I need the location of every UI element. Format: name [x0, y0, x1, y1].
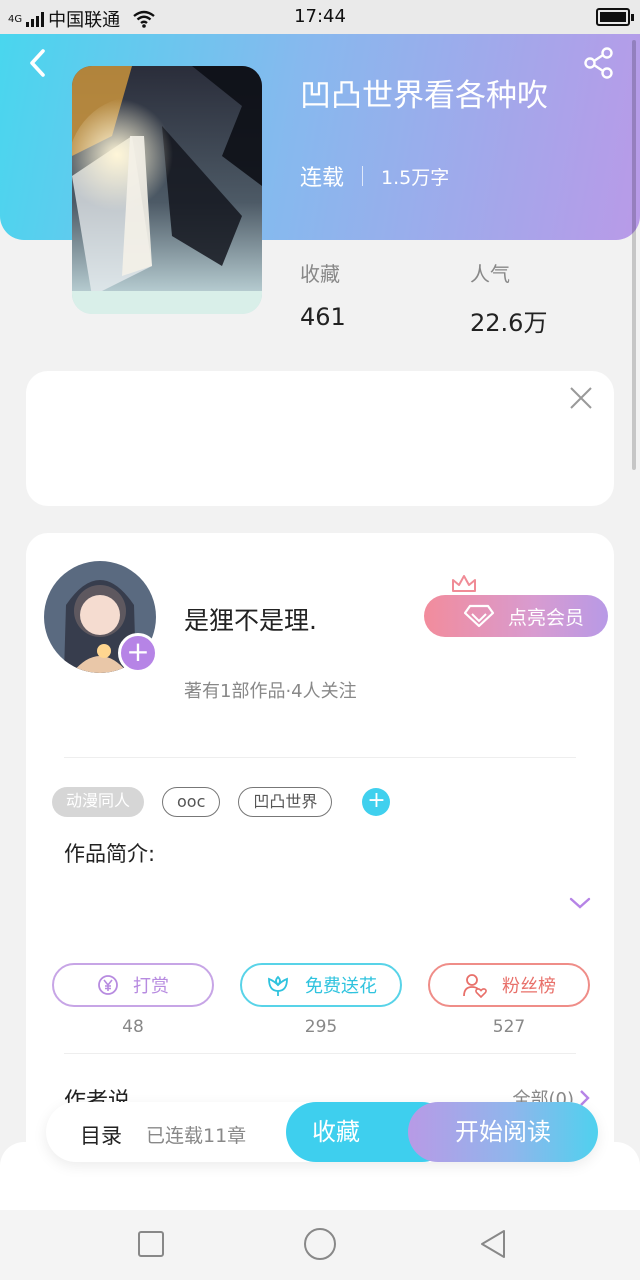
fan-ranking-label: 粉丝榜 — [502, 976, 556, 997]
read-bar: 目录 已连载11章 收藏 开始阅读 — [46, 1102, 598, 1162]
diamond-icon — [463, 604, 494, 628]
home-icon[interactable] — [304, 1228, 336, 1260]
fan-ranking-button[interactable]: 粉丝榜 — [428, 963, 590, 1007]
divider — [64, 757, 576, 758]
send-flower-label: 免费送花 — [305, 976, 377, 997]
tag-item[interactable]: 动漫同人 — [52, 787, 145, 817]
status-time: 17:44 — [294, 6, 346, 27]
fan-ranking-count: 527 — [492, 1017, 526, 1037]
follow-plus-button[interactable]: + — [118, 633, 158, 673]
stat-label: 人气 — [470, 262, 510, 286]
author-name[interactable]: 是狸不是理. — [184, 601, 317, 637]
stat-label: 收藏 — [300, 262, 340, 286]
status-bar: 4G 中国联通 17:44 — [0, 0, 640, 34]
send-flower-button[interactable]: 免费送花 — [240, 963, 402, 1007]
action-row: 打赏 48 免费送花 295 粉丝榜 527 — [52, 963, 590, 1037]
flower-icon — [268, 975, 288, 996]
battery-icon — [596, 8, 634, 26]
tip-action: 打赏 48 — [52, 963, 214, 1037]
stat-value: 22.6万 — [470, 309, 548, 337]
close-icon[interactable] — [568, 385, 594, 411]
flower-action: 免费送花 295 — [240, 963, 402, 1037]
ad-card — [26, 371, 614, 506]
flower-count: 295 — [304, 1017, 338, 1037]
popularity-stat: 人气 22.6万 — [470, 258, 547, 338]
person-heart-icon — [463, 974, 487, 998]
start-reading-button[interactable]: 开始阅读 — [408, 1102, 598, 1162]
meta-divider — [362, 166, 364, 186]
book-meta: 连载 1.5万字 — [300, 160, 449, 192]
share-icon[interactable] — [582, 46, 616, 80]
chevron-down-icon[interactable] — [568, 895, 592, 911]
chapter-count: 已连载11章 — [146, 1125, 247, 1147]
divider — [64, 1053, 576, 1054]
favorites-stat: 收藏 461 — [300, 258, 346, 331]
tip-label: 打赏 — [133, 976, 169, 997]
vip-button[interactable]: 点亮会员 — [424, 595, 608, 637]
back-triangle-icon[interactable] — [478, 1228, 508, 1260]
crown-icon — [452, 575, 476, 592]
system-nav-bar — [0, 1210, 640, 1280]
tip-button[interactable]: 打赏 — [52, 963, 214, 1007]
book-cover-image[interactable] — [72, 66, 262, 314]
tag-item[interactable]: ooc — [162, 787, 221, 817]
book-word-count: 1.5万字 — [381, 166, 450, 189]
intro-label: 作品简介: — [64, 842, 156, 866]
stat-value: 461 — [300, 303, 346, 331]
yen-coin-icon — [98, 975, 118, 995]
add-tag-button[interactable]: + — [362, 788, 391, 816]
toc-button[interactable]: 目录 — [80, 1120, 122, 1150]
tip-count: 48 — [122, 1017, 144, 1037]
scrollbar[interactable] — [632, 40, 636, 470]
book-title: 凹凸世界看各种吹 — [300, 78, 548, 114]
book-status: 连载 — [300, 166, 345, 191]
recent-apps-icon[interactable] — [138, 1231, 164, 1257]
fans-action: 粉丝榜 527 — [428, 963, 590, 1037]
tag-list: 动漫同人 ooc 凹凸世界 + — [52, 787, 391, 817]
author-subtitle: 著有1部作品·4人关注 — [184, 681, 357, 702]
vip-label: 点亮会员 — [507, 606, 584, 629]
back-arrow-icon[interactable] — [24, 48, 54, 78]
tag-item[interactable]: 凹凸世界 — [238, 787, 333, 817]
